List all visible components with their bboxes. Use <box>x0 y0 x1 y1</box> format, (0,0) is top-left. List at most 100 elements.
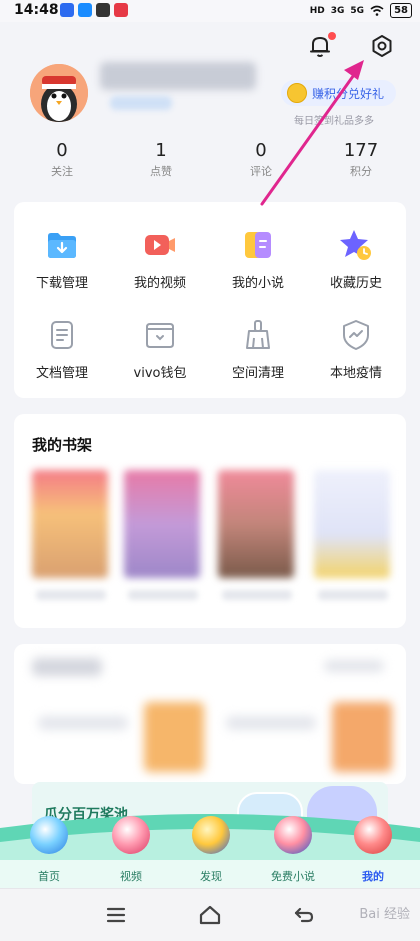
tab-label: 免费小说 <box>271 870 315 883</box>
stat-points[interactable]: 177 积分 <box>321 140 401 179</box>
tool-my-videos[interactable]: 我的视频 <box>112 228 208 291</box>
tool-space-cleanup[interactable]: 空间清理 <box>210 318 306 381</box>
stat-follow[interactable]: 0 关注 <box>22 140 102 179</box>
signal-5g: 5G <box>350 5 365 16</box>
menu-icon <box>106 907 126 923</box>
user-level-blurred <box>110 96 172 110</box>
shield-icon <box>339 318 373 352</box>
tool-label: 收藏历史 <box>329 276 382 291</box>
wallet-icon <box>143 318 177 352</box>
tab-home[interactable]: 首页 <box>14 816 84 884</box>
tool-my-novels[interactable]: 我的小说 <box>210 228 306 291</box>
book-cover[interactable] <box>218 470 294 578</box>
stat-value: 177 <box>343 140 379 161</box>
username-blurred <box>100 62 256 90</box>
tool-document-manager[interactable]: 文档管理 <box>14 318 110 381</box>
tool-local-epidemic[interactable]: 本地疫情 <box>308 318 404 381</box>
menu-nav-button[interactable] <box>102 901 130 929</box>
tab-label: 视频 <box>120 870 142 883</box>
wifi-icon <box>370 5 384 16</box>
penguin-avatar-icon <box>30 64 88 122</box>
avatar[interactable] <box>30 64 88 122</box>
book-cover[interactable] <box>124 470 200 578</box>
stat-value: 0 <box>56 140 68 161</box>
book-cover[interactable] <box>32 470 108 578</box>
watermark: Bai 经验 <box>359 907 410 922</box>
book-title-blurred <box>128 590 198 600</box>
status-bar: 14:48 HD 3G 5G 58 <box>0 0 420 22</box>
item-text-blurred <box>38 716 128 730</box>
book-cover[interactable] <box>314 470 390 578</box>
status-indicators: HD 3G 5G 58 <box>310 3 412 18</box>
stat-value: 0 <box>255 140 267 161</box>
coin-icon <box>287 83 307 103</box>
section-more-blurred <box>324 660 384 672</box>
tool-vivo-wallet[interactable]: vivo钱包 <box>112 318 208 381</box>
item-image-blurred <box>332 702 392 772</box>
stat-comments[interactable]: 0 评论 <box>221 140 301 179</box>
tab-discover[interactable]: 发现 <box>176 816 246 884</box>
document-icon <box>45 318 79 352</box>
book-title-blurred <box>36 590 106 600</box>
soccer-player-icon <box>112 816 150 854</box>
tool-favorites-history[interactable]: 收藏历史 <box>308 228 404 291</box>
bookshelf-title: 我的书架 <box>32 436 93 454</box>
tool-label: 下载管理 <box>35 276 88 291</box>
tool-label: 我的小说 <box>231 276 284 291</box>
tool-label: 我的视频 <box>133 276 186 291</box>
home-nav-button[interactable] <box>196 901 224 929</box>
stat-label: 关注 <box>51 165 73 178</box>
home-icon <box>199 905 221 925</box>
tab-video[interactable]: 视频 <box>96 816 166 884</box>
signal-3g: 3G <box>330 5 345 16</box>
book-title-blurred <box>222 590 292 600</box>
app-notification-icon <box>60 3 74 17</box>
earn-points-label: 赚积分兑好礼 <box>312 86 385 101</box>
tab-label-active: 我的 <box>362 870 384 883</box>
stat-label: 积分 <box>350 165 372 178</box>
star-history-icon <box>339 228 373 262</box>
tools-card: 下载管理 我的视频 我的小说 收藏历史 文档管理 vivo钱包 空间清理 本地疫… <box>14 202 406 398</box>
battery-indicator: 58 <box>390 3 412 18</box>
notification-dot <box>328 32 336 40</box>
back-icon <box>294 907 314 923</box>
tab-label: 首页 <box>38 870 60 883</box>
back-nav-button[interactable] <box>290 901 318 929</box>
settings-button[interactable] <box>368 32 396 60</box>
settings-icon <box>372 35 392 57</box>
stat-label: 点赞 <box>150 165 172 178</box>
tab-label: 发现 <box>200 870 222 883</box>
item-text-blurred <box>226 716 316 730</box>
mail-icon <box>96 3 110 17</box>
notification-icons <box>60 3 128 17</box>
tool-download-manager[interactable]: 下载管理 <box>14 228 110 291</box>
tab-mine[interactable]: 我的 <box>338 816 408 884</box>
status-time: 14:48 <box>14 2 59 18</box>
item-image-blurred <box>144 702 204 772</box>
tool-label: vivo钱包 <box>133 366 187 381</box>
tool-label: 本地疫情 <box>329 366 382 381</box>
download-folder-icon <box>45 228 79 262</box>
shopping-icon <box>114 3 128 17</box>
notification-bell-button[interactable] <box>306 32 336 60</box>
broom-icon <box>241 318 275 352</box>
alipay-icon <box>78 3 92 17</box>
video-icon <box>143 228 177 262</box>
stat-label: 评论 <box>250 165 272 178</box>
stat-value: 1 <box>155 140 167 161</box>
novel-icon <box>241 228 275 262</box>
soccer-player-icon <box>354 816 392 854</box>
stat-likes[interactable]: 1 点赞 <box>121 140 201 179</box>
book-title-blurred <box>318 590 388 600</box>
system-nav-bar: Bai 经验 <box>0 888 420 941</box>
tab-free-novels[interactable]: 免费小说 <box>258 816 328 884</box>
soccer-player-icon <box>274 816 312 854</box>
trophy-icon <box>192 816 230 854</box>
earn-points-button[interactable]: 赚积分兑好礼 <box>281 80 397 106</box>
tool-label: 文档管理 <box>35 366 88 381</box>
section-title-blurred <box>32 658 102 676</box>
points-subtitle: 每日签到礼品多多 <box>294 116 374 127</box>
bookshelf-card: 我的书架 <box>14 414 406 628</box>
tool-label: 空间清理 <box>231 366 284 381</box>
recommendation-card-blurred <box>14 644 406 784</box>
